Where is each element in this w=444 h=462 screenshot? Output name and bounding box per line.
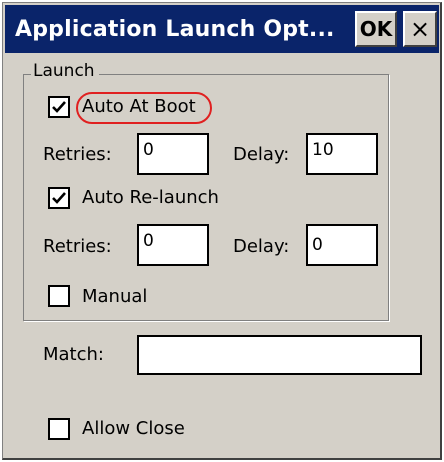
match-input[interactable] (137, 335, 422, 375)
auto-relaunch-label: Auto Re-launch (82, 187, 219, 208)
allow-close-label: Allow Close (82, 418, 185, 439)
relaunch-retries-label: Retries: (43, 236, 112, 257)
close-button[interactable]: × (403, 11, 437, 47)
boot-delay-input[interactable]: 10 (306, 133, 378, 175)
relaunch-delay-label: Delay: (233, 236, 290, 257)
relaunch-delay-input[interactable]: 0 (306, 224, 378, 266)
match-label: Match: (43, 344, 104, 365)
allow-close-checkbox[interactable] (48, 418, 70, 440)
manual-checkbox[interactable] (48, 285, 70, 307)
window-title: Application Launch Opt... (15, 16, 335, 42)
title-bar: Application Launch Opt... OK × (5, 5, 439, 53)
boot-delay-label: Delay: (233, 144, 290, 165)
auto-relaunch-checkbox[interactable] (48, 187, 70, 209)
check-icon (52, 101, 66, 113)
boot-retries-label: Retries: (43, 144, 112, 165)
auto-at-boot-checkbox[interactable] (48, 96, 70, 118)
check-icon (52, 192, 66, 204)
manual-label: Manual (82, 286, 148, 307)
relaunch-retries-input[interactable]: 0 (137, 224, 209, 266)
launch-group-label: Launch (31, 61, 99, 81)
highlight-circle (76, 92, 212, 124)
ok-button[interactable]: OK (355, 11, 397, 47)
boot-retries-input[interactable]: 0 (137, 133, 209, 175)
